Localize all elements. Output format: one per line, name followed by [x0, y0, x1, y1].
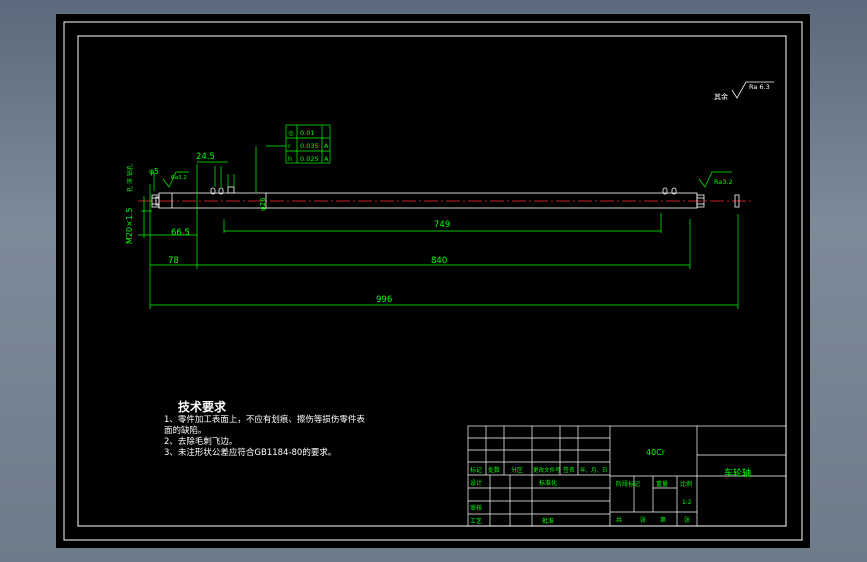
- svg-text:标准化: 标准化: [539, 479, 557, 487]
- part-name: 车轮轴: [724, 467, 751, 479]
- svg-text:0.01: 0.01: [300, 129, 314, 137]
- svg-text:工艺: 工艺: [470, 517, 482, 525]
- svg-text:A: A: [324, 142, 329, 150]
- dim-996: 996: [376, 295, 392, 305]
- dim-78: 78: [168, 256, 179, 266]
- svg-text:更改文件号: 更改文件号: [533, 466, 561, 474]
- svg-text:0.025: 0.025: [300, 155, 319, 163]
- svg-text:重量: 重量: [656, 480, 668, 488]
- dim-left-vertical: 孔 深 钻孔: [126, 164, 134, 192]
- svg-text:年、月、日: 年、月、日: [580, 466, 608, 474]
- shaft: [151, 186, 740, 209]
- svg-text:设计: 设计: [470, 479, 482, 487]
- technical-requirements: 技术要求 1、零件加工表面上，不应有划痕、擦伤等损伤零件表 面的缺陷。 2、去除…: [164, 400, 365, 459]
- dimension-texts: 24.5 φ5 66.5 749 78 840 996 Ra3.2 Ra3.2 …: [125, 152, 733, 305]
- outer-frame: [63, 21, 803, 541]
- tech-req-item: 2、去除毛刺飞边。: [164, 437, 238, 447]
- dim-phi5: φ5: [149, 167, 159, 176]
- dim-840: 840: [431, 256, 447, 266]
- roughness-symbol: 其余 Ra 6.3: [714, 81, 774, 101]
- svg-text:分区: 分区: [511, 466, 523, 474]
- svg-text:◎: ◎: [288, 129, 294, 137]
- tech-req-item: 3、未注形状公差应符合GB1184-80的要求。: [164, 448, 337, 458]
- svg-text:其余: 其余: [714, 92, 728, 101]
- drawing-viewport[interactable]: 其余 Ra 6.3 ◎ 0.01 r 0.035 A h 0.025 A 24.…: [56, 14, 810, 548]
- svg-text:1:2: 1:2: [682, 499, 692, 506]
- svg-text:阶段标记: 阶段标记: [616, 480, 640, 488]
- svg-text:0.035: 0.035: [300, 142, 319, 150]
- svg-text:h: h: [288, 155, 292, 163]
- svg-text:r: r: [288, 142, 291, 150]
- dim-24-5: 24.5: [196, 152, 215, 162]
- surface-mark-left: Ra3.2: [171, 175, 187, 181]
- dim-phi26: φ26: [259, 197, 267, 211]
- svg-text:张: 张: [640, 516, 646, 524]
- tech-req-item: 面的缺陷。: [164, 426, 207, 436]
- tolerance-frame: ◎ 0.01 r 0.035 A h 0.025 A: [288, 129, 329, 163]
- svg-text:批准: 批准: [542, 517, 554, 525]
- svg-text:第: 第: [660, 516, 666, 524]
- svg-text:共: 共: [616, 516, 622, 524]
- svg-text:审核: 审核: [470, 504, 482, 512]
- cad-drawing: 其余 Ra 6.3 ◎ 0.01 r 0.035 A h 0.025 A 24.…: [63, 21, 803, 541]
- svg-text:处数: 处数: [488, 466, 500, 474]
- dim-749: 749: [434, 220, 450, 230]
- svg-text:A: A: [324, 155, 329, 163]
- tech-req-title: 技术要求: [178, 400, 227, 414]
- svg-text:张: 张: [684, 516, 690, 524]
- dim-66-5: 66.5: [171, 228, 190, 238]
- dim-thread: M20×1.5: [125, 207, 134, 244]
- svg-text:Ra 6.3: Ra 6.3: [749, 83, 770, 91]
- surface-mark-right: Ra3.2: [714, 178, 733, 186]
- svg-text:比例: 比例: [680, 480, 692, 488]
- dimension-lines: [138, 124, 739, 309]
- tech-req-item: 1、零件加工表面上，不应有划痕、擦伤等损伤零件表: [164, 415, 365, 425]
- svg-text:标记: 标记: [470, 466, 482, 474]
- svg-text:签名: 签名: [563, 466, 575, 474]
- title-block-text: 40Cr 车轮轴 标记 处数 分区 更改文件号 签名 年、月、日 设计 标准化 …: [470, 448, 751, 525]
- material: 40Cr: [646, 448, 666, 457]
